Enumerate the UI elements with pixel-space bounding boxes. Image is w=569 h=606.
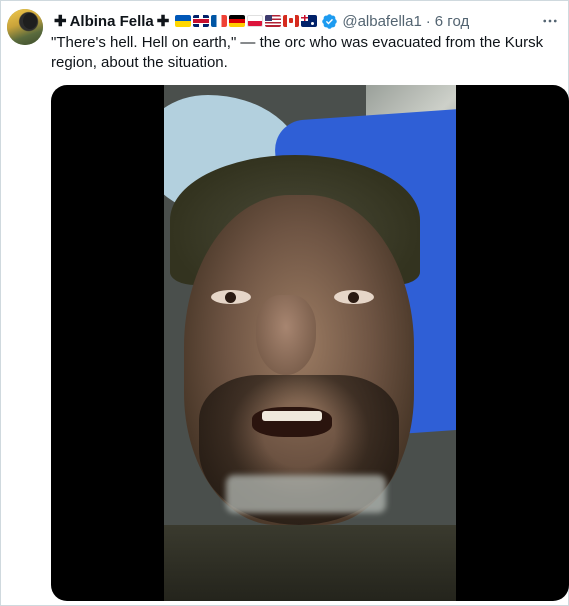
tweet-text: "There's hell. Hell on earth," — the orc… bbox=[51, 34, 544, 71]
video-player[interactable] bbox=[51, 85, 569, 601]
canada-flag-icon bbox=[283, 15, 300, 27]
user-handle[interactable]: @albafella1 bbox=[342, 13, 421, 30]
timestamp[interactable]: 6 год bbox=[435, 13, 469, 30]
uk-flag-icon bbox=[193, 15, 210, 27]
usa-flag-icon bbox=[265, 15, 282, 27]
cross-left: ✚ bbox=[54, 13, 67, 30]
ukraine-flag-icon bbox=[175, 15, 192, 27]
video-left-eye bbox=[211, 290, 251, 304]
display-name[interactable]: Albina Fella bbox=[70, 13, 154, 30]
france-flag-icon bbox=[211, 15, 228, 27]
poland-flag-icon bbox=[247, 15, 264, 27]
tweet-header: ✚ Albina Fella ✚ @albafella1 · 6 год bbox=[51, 11, 469, 31]
avatar-figure bbox=[23, 13, 37, 29]
video-frame[interactable] bbox=[164, 85, 456, 601]
video-nose bbox=[256, 295, 316, 375]
germany-flag-icon bbox=[229, 15, 246, 27]
cross-right: ✚ bbox=[156, 13, 170, 30]
verified-badge-icon bbox=[322, 13, 338, 29]
tweet-card[interactable]: ✚ Albina Fella ✚ @albafella1 · 6 год "Th… bbox=[0, 0, 569, 606]
australia-flag-icon bbox=[301, 15, 318, 27]
more-horizontal-icon[interactable] bbox=[540, 11, 560, 31]
video-shirt bbox=[164, 525, 456, 601]
flag-emoji-row bbox=[175, 15, 318, 27]
video-right-eye bbox=[334, 290, 374, 304]
video-blur-censor bbox=[226, 475, 386, 513]
avatar[interactable] bbox=[7, 9, 43, 45]
video-mouth bbox=[252, 407, 332, 437]
separator-dot: · bbox=[425, 12, 431, 30]
